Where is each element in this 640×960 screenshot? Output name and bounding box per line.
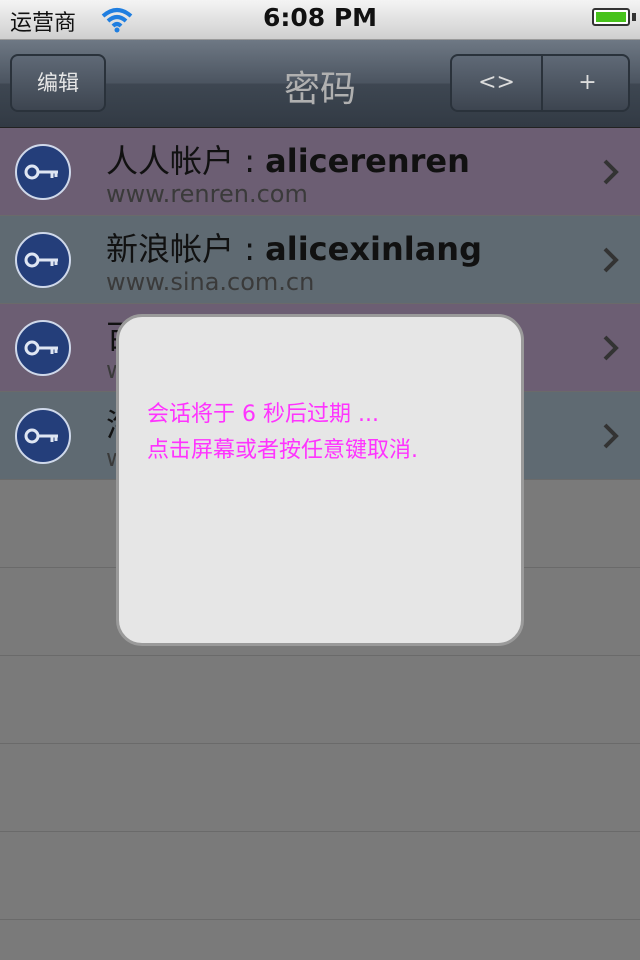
session-timeout-alert[interactable]: 会话将于 6 秒后过期 ... 点击屏幕或者按任意键取消.: [116, 314, 524, 646]
alert-line-2: 点击屏幕或者按任意键取消.: [147, 438, 418, 463]
alert-message: 会话将于 6 秒后过期 ... 点击屏幕或者按任意键取消.: [147, 397, 418, 469]
alert-line-1: 会话将于 6 秒后过期 ...: [147, 402, 379, 427]
